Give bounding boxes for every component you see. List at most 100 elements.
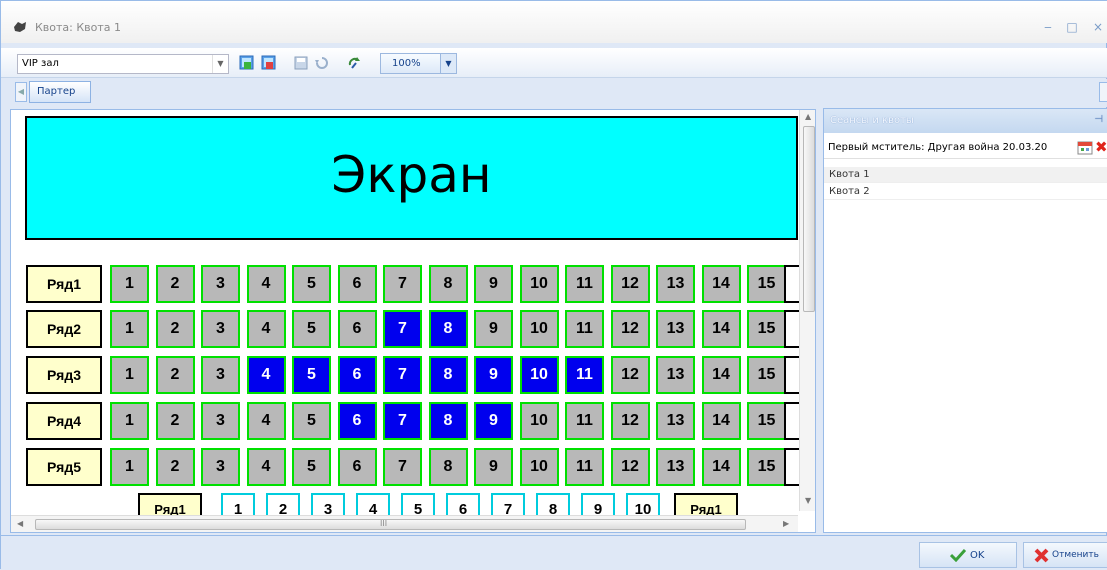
seat[interactable]: 15 — [747, 310, 786, 348]
seat[interactable]: 10 — [519, 448, 559, 486]
tab-scroll-right-icon[interactable] — [1099, 82, 1107, 102]
seat[interactable]: 4 — [246, 448, 286, 486]
seat[interactable]: 2 — [155, 356, 195, 394]
seat[interactable]: 3 — [201, 402, 240, 440]
delete-icon[interactable]: ✖ — [1095, 138, 1107, 156]
seat[interactable]: 10 — [519, 310, 559, 348]
seat[interactable]: 8 — [428, 402, 468, 440]
seat[interactable]: 12 — [610, 310, 650, 348]
seat[interactable]: 1 — [110, 448, 149, 486]
seat[interactable]: 5 — [292, 448, 331, 486]
hall-select[interactable]: VIP зал ▼ — [17, 54, 229, 74]
seat[interactable]: 6 — [337, 402, 377, 440]
seat[interactable]: 14 — [701, 402, 741, 440]
seat[interactable]: 15 — [747, 356, 786, 394]
seat[interactable]: 6 — [337, 356, 377, 394]
scroll-up-icon[interactable]: ▲ — [805, 112, 811, 121]
zoom-chevron-down-icon[interactable]: ▼ — [440, 54, 456, 73]
seat[interactable]: 9 — [474, 356, 513, 394]
save-button[interactable] — [291, 53, 311, 73]
seat[interactable]: 8 — [428, 310, 468, 348]
seat[interactable]: 6 — [337, 448, 377, 486]
seat[interactable]: 9 — [474, 265, 513, 303]
seat[interactable]: 9 — [474, 402, 513, 440]
seat[interactable]: 4 — [246, 310, 286, 348]
seat[interactable]: 1 — [110, 265, 149, 303]
seat[interactable]: 5 — [292, 310, 331, 348]
seat[interactable]: 3 — [201, 448, 240, 486]
seat[interactable]: 13 — [656, 310, 695, 348]
refresh-button[interactable] — [344, 53, 364, 73]
seat[interactable]: 4 — [246, 402, 286, 440]
seat[interactable]: 3 — [201, 310, 240, 348]
remove-seats-button[interactable] — [259, 53, 279, 73]
seat[interactable]: 12 — [610, 402, 650, 440]
vertical-scrollbar[interactable]: ▲ ▼ — [799, 110, 815, 511]
minimize-button[interactable]: ‒ — [1039, 18, 1057, 36]
seat[interactable]: 14 — [701, 310, 741, 348]
seat[interactable]: 6 — [337, 265, 377, 303]
seat[interactable]: 2 — [155, 310, 195, 348]
seat[interactable]: 1 — [110, 310, 149, 348]
add-seats-button[interactable] — [237, 53, 257, 73]
seat[interactable]: 14 — [701, 448, 741, 486]
scroll-down-icon[interactable]: ▼ — [805, 496, 811, 505]
seat[interactable]: 11 — [565, 310, 604, 348]
cancel-button[interactable]: Отменить — [1023, 542, 1107, 568]
seat[interactable]: 7 — [383, 310, 422, 348]
seat[interactable]: 4 — [246, 356, 286, 394]
calendar-icon[interactable] — [1077, 140, 1093, 155]
chevron-down-icon[interactable]: ▼ — [212, 55, 228, 73]
quota-item[interactable]: Квота 2 — [824, 184, 1107, 200]
scroll-left-icon[interactable]: ◀ — [17, 519, 23, 528]
horizontal-scroll-thumb[interactable]: III — [35, 519, 746, 530]
seat[interactable]: 9 — [474, 310, 513, 348]
seat[interactable]: 8 — [428, 356, 468, 394]
seat[interactable]: 13 — [656, 402, 695, 440]
seat[interactable]: 12 — [610, 356, 650, 394]
quota-item[interactable]: Квота 1 — [824, 167, 1107, 183]
seat[interactable]: 15 — [747, 265, 786, 303]
seat[interactable]: 15 — [747, 402, 786, 440]
maximize-button[interactable]: □ — [1063, 18, 1081, 36]
seat[interactable]: 1 — [110, 402, 149, 440]
seat[interactable]: 5 — [292, 402, 331, 440]
seat[interactable]: 6 — [337, 310, 377, 348]
undo-button[interactable] — [312, 53, 332, 73]
session-item[interactable]: Первый мститель: Другая война 20.03.20 ✖ — [824, 137, 1107, 159]
close-button[interactable]: × — [1089, 18, 1107, 36]
zoom-select[interactable]: 100% ▼ — [380, 53, 457, 74]
seat[interactable]: 13 — [656, 448, 695, 486]
seat[interactable]: 2 — [155, 448, 195, 486]
seat[interactable]: 8 — [428, 265, 468, 303]
seat[interactable]: 13 — [656, 356, 695, 394]
horizontal-scrollbar[interactable]: ◀ III ▶ — [11, 515, 798, 532]
seat[interactable]: 7 — [383, 356, 422, 394]
vertical-scroll-thumb[interactable] — [803, 126, 815, 312]
seat[interactable]: 13 — [656, 265, 695, 303]
seat[interactable]: 12 — [610, 265, 650, 303]
seat[interactable]: 10 — [519, 402, 559, 440]
seat[interactable]: 3 — [201, 265, 240, 303]
seat[interactable]: 14 — [701, 265, 741, 303]
seat[interactable]: 2 — [155, 402, 195, 440]
seat[interactable]: 5 — [292, 356, 331, 394]
seat[interactable]: 3 — [201, 356, 240, 394]
seat[interactable]: 8 — [428, 448, 468, 486]
seat[interactable]: 2 — [155, 265, 195, 303]
seat[interactable]: 11 — [565, 448, 604, 486]
tab-parterre[interactable]: Партер — [29, 81, 91, 103]
seat[interactable]: 1 — [110, 356, 149, 394]
seat[interactable]: 15 — [747, 448, 786, 486]
scroll-right-icon[interactable]: ▶ — [783, 519, 789, 528]
ok-button[interactable]: OK — [919, 542, 1017, 568]
seat[interactable]: 9 — [474, 448, 513, 486]
pin-icon[interactable]: ⊣ — [1094, 114, 1103, 125]
seat[interactable]: 11 — [565, 265, 604, 303]
seat[interactable]: 11 — [565, 356, 604, 394]
seat[interactable]: 12 — [610, 448, 650, 486]
seat[interactable]: 5 — [292, 265, 331, 303]
seat[interactable]: 10 — [519, 265, 559, 303]
seat[interactable]: 11 — [565, 402, 604, 440]
seat[interactable]: 4 — [246, 265, 286, 303]
